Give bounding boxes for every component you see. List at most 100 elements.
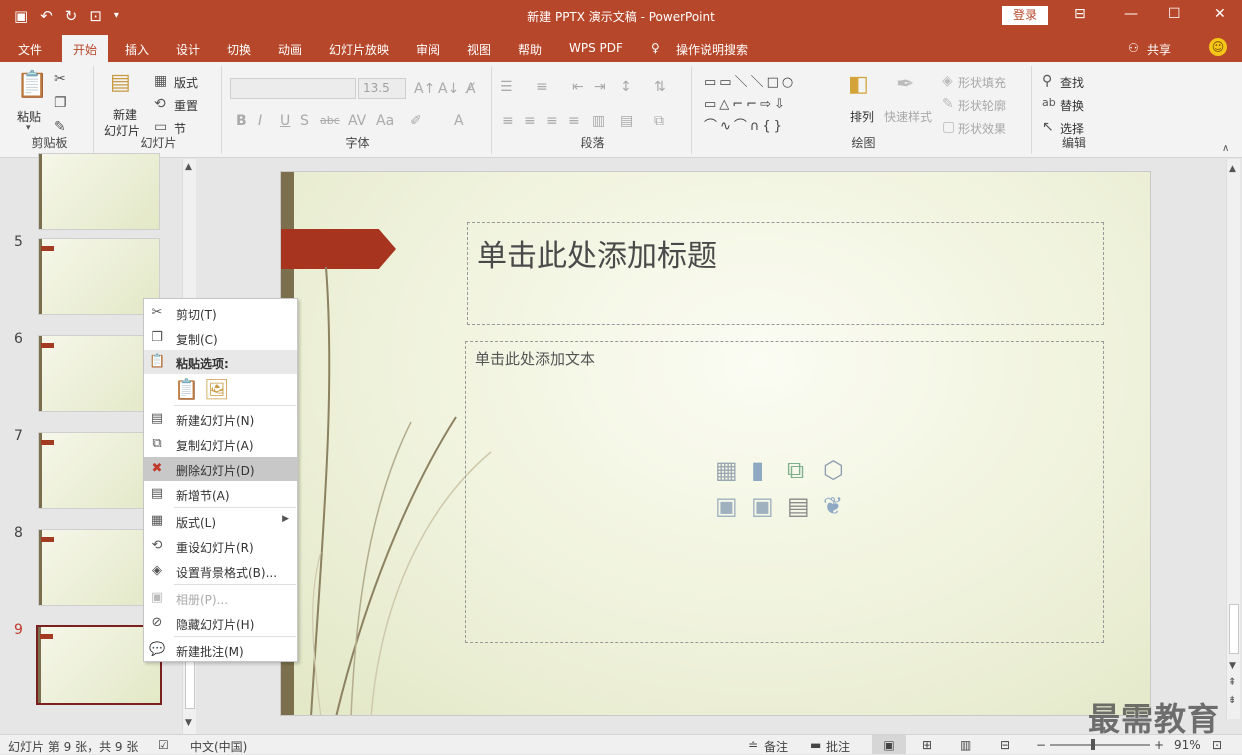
shapes-gallery-row-2[interactable]: ▭△⌐⌐⇨⇩ bbox=[704, 98, 788, 111]
insert-chart-icon[interactable]: ▮ bbox=[751, 458, 764, 482]
find-button[interactable]: 查找 bbox=[1060, 74, 1084, 91]
menu-item-cut[interactable]: ✂ 剪切(T) bbox=[144, 301, 297, 325]
tab-animations[interactable]: 动画 bbox=[278, 41, 302, 58]
align-right-icon[interactable]: ≡ bbox=[546, 114, 558, 128]
share-button[interactable]: 共享 bbox=[1147, 41, 1171, 58]
line-spacing-icon[interactable]: ↕ bbox=[620, 80, 632, 94]
char-spacing-icon[interactable]: AV bbox=[348, 114, 366, 128]
arrange-icon[interactable]: ◧ bbox=[848, 74, 869, 96]
increase-indent-icon[interactable]: ⇥ bbox=[594, 80, 606, 94]
new-slide-label-1[interactable]: 新建 bbox=[113, 106, 137, 123]
fit-to-window-icon[interactable]: ⊡ bbox=[1212, 738, 1222, 752]
language-status[interactable]: 中文(中国) bbox=[190, 738, 247, 755]
highlight-icon[interactable]: ✐ bbox=[410, 114, 422, 128]
font-size-combo[interactable]: 13.5 bbox=[358, 78, 406, 99]
previous-slide-icon[interactable]: ⇞ bbox=[1228, 678, 1236, 688]
scroll-down-icon[interactable]: ▼ bbox=[185, 719, 192, 728]
reset-button[interactable]: 重置 bbox=[174, 97, 198, 114]
insert-smartart-icon[interactable]: ⧉ bbox=[787, 458, 804, 482]
paste-keep-format-icon[interactable]: 📋 bbox=[174, 379, 199, 399]
tab-home[interactable]: 开始 bbox=[62, 35, 109, 62]
align-left-icon[interactable]: ≡ bbox=[502, 114, 514, 128]
login-button[interactable]: 登录 bbox=[1002, 6, 1048, 25]
reading-view-icon[interactable]: ▥ bbox=[960, 738, 971, 752]
smartart-icon[interactable]: ⧉ bbox=[654, 114, 664, 128]
menu-item-hide-slide[interactable]: ⊘ 隐藏幻灯片(H) bbox=[144, 611, 297, 635]
menu-item-duplicate-slide[interactable]: ⧉ 复制幻灯片(A) bbox=[144, 432, 297, 456]
font-color-icon[interactable]: A bbox=[454, 114, 464, 128]
new-slide-icon[interactable]: ▤ bbox=[110, 72, 131, 94]
current-slide[interactable]: 单击此处添加标题 单击此处添加文本 ▦ ▮ ⧉ ⬡ ▣ ▣ ▤ ❦ bbox=[280, 171, 1151, 716]
slide-sorter-icon[interactable]: ⊞ bbox=[922, 738, 932, 752]
clear-format-icon[interactable]: A̸ bbox=[466, 82, 476, 96]
decrease-indent-icon[interactable]: ⇤ bbox=[572, 80, 584, 94]
bullets-icon[interactable]: ☰ bbox=[500, 80, 513, 94]
zoom-out-icon[interactable]: − bbox=[1036, 738, 1046, 752]
slide-thumbnail-6[interactable] bbox=[38, 335, 160, 412]
arrange-button[interactable]: 排列 bbox=[850, 108, 874, 125]
menu-item-layout[interactable]: ▦ 版式(L) ▶ bbox=[144, 509, 297, 533]
menu-item-new-section[interactable]: ▤ 新增节(A) bbox=[144, 482, 297, 506]
format-painter-icon[interactable]: ✎ bbox=[54, 120, 66, 134]
copy-icon[interactable]: ❐ bbox=[54, 96, 67, 110]
tab-insert[interactable]: 插入 bbox=[125, 41, 149, 58]
increase-font-icon[interactable]: A↑ bbox=[414, 82, 435, 96]
slideshow-view-icon[interactable]: ⊟ bbox=[1000, 738, 1010, 752]
menu-item-format-background[interactable]: ◈ 设置背景格式(B)... bbox=[144, 559, 297, 583]
tab-wps-pdf[interactable]: WPS PDF bbox=[569, 41, 623, 55]
italic-icon[interactable]: I bbox=[258, 114, 262, 128]
shadow-icon[interactable]: S bbox=[300, 114, 309, 128]
title-placeholder[interactable]: 单击此处添加标题 bbox=[467, 222, 1104, 325]
canvas-scrollbar[interactable]: ▲ ▼ ⇞ ⇟ bbox=[1226, 159, 1240, 719]
tab-transitions[interactable]: 切换 bbox=[227, 41, 251, 58]
tab-review[interactable]: 审阅 bbox=[416, 41, 440, 58]
insert-online-picture-icon[interactable]: ▣ bbox=[751, 494, 774, 518]
tell-me-search[interactable]: 操作说明搜索 bbox=[676, 41, 748, 58]
justify-icon[interactable]: ≡ bbox=[568, 114, 580, 128]
align-center-icon[interactable]: ≡ bbox=[524, 114, 536, 128]
paste-dropdown-icon[interactable]: ▾ bbox=[26, 124, 31, 133]
tab-slideshow[interactable]: 幻灯片放映 bbox=[329, 41, 389, 58]
smiley-icon[interactable]: ☺ bbox=[1209, 38, 1227, 56]
tab-help[interactable]: 帮助 bbox=[518, 41, 542, 58]
scroll-up-icon[interactable]: ▲ bbox=[185, 163, 192, 172]
decrease-font-icon[interactable]: A↓ bbox=[438, 82, 459, 96]
close-icon[interactable]: ✕ bbox=[1214, 6, 1226, 22]
menu-item-delete-slide[interactable]: ✖ 删除幻灯片(D) bbox=[144, 457, 297, 481]
numbering-icon[interactable]: ≡ bbox=[536, 80, 548, 94]
zoom-slider[interactable] bbox=[1050, 744, 1150, 746]
minimize-icon[interactable]: — bbox=[1124, 6, 1138, 22]
collapse-ribbon-icon[interactable]: ∧ bbox=[1222, 144, 1229, 154]
columns-icon[interactable]: ▤ bbox=[620, 114, 633, 128]
canvas-scroll-thumb[interactable] bbox=[1229, 604, 1239, 654]
tab-file[interactable]: 文件 bbox=[18, 41, 42, 58]
bold-icon[interactable]: B bbox=[236, 114, 247, 128]
insert-table-icon[interactable]: ▦ bbox=[715, 458, 738, 482]
normal-view-icon[interactable]: ▣ bbox=[872, 735, 906, 754]
slide-thumbnail-8[interactable] bbox=[38, 529, 160, 606]
quick-styles-icon[interactable]: ✒ bbox=[896, 74, 914, 96]
shape-fill-button[interactable]: 形状填充 bbox=[958, 74, 1006, 91]
canvas-scroll-up-icon[interactable]: ▲ bbox=[1229, 165, 1236, 174]
menu-item-reset-slide[interactable]: ⟲ 重设幻灯片(R) bbox=[144, 534, 297, 558]
zoom-level[interactable]: 91% bbox=[1174, 738, 1201, 752]
slide-thumbnail-5[interactable] bbox=[38, 238, 160, 315]
shape-outline-button[interactable]: 形状轮廓 bbox=[958, 97, 1006, 114]
ribbon-display-icon[interactable]: ⊟ bbox=[1074, 6, 1086, 22]
tab-design[interactable]: 设计 bbox=[176, 41, 200, 58]
tab-view[interactable]: 视图 bbox=[467, 41, 491, 58]
maximize-icon[interactable]: ☐ bbox=[1168, 6, 1181, 22]
paste-icon[interactable]: 📋 bbox=[16, 72, 48, 98]
underline-icon[interactable]: U bbox=[280, 114, 290, 128]
layout-button[interactable]: 版式 bbox=[174, 74, 198, 91]
zoom-slider-thumb[interactable] bbox=[1091, 739, 1095, 750]
font-name-combo[interactable] bbox=[230, 78, 356, 99]
comments-button[interactable]: 批注 bbox=[826, 738, 850, 755]
quick-styles-button[interactable]: 快速样式 bbox=[884, 108, 932, 125]
distributed-icon[interactable]: ▥ bbox=[592, 114, 605, 128]
strikethrough-icon[interactable]: abc bbox=[320, 115, 340, 126]
text-direction-icon[interactable]: ⇅ bbox=[654, 80, 666, 94]
canvas-scroll-down-icon[interactable]: ▼ bbox=[1229, 662, 1236, 671]
paste-picture-icon[interactable]: 🖼 bbox=[204, 379, 229, 399]
menu-item-new-slide[interactable]: ▤ 新建幻灯片(N) bbox=[144, 407, 297, 431]
